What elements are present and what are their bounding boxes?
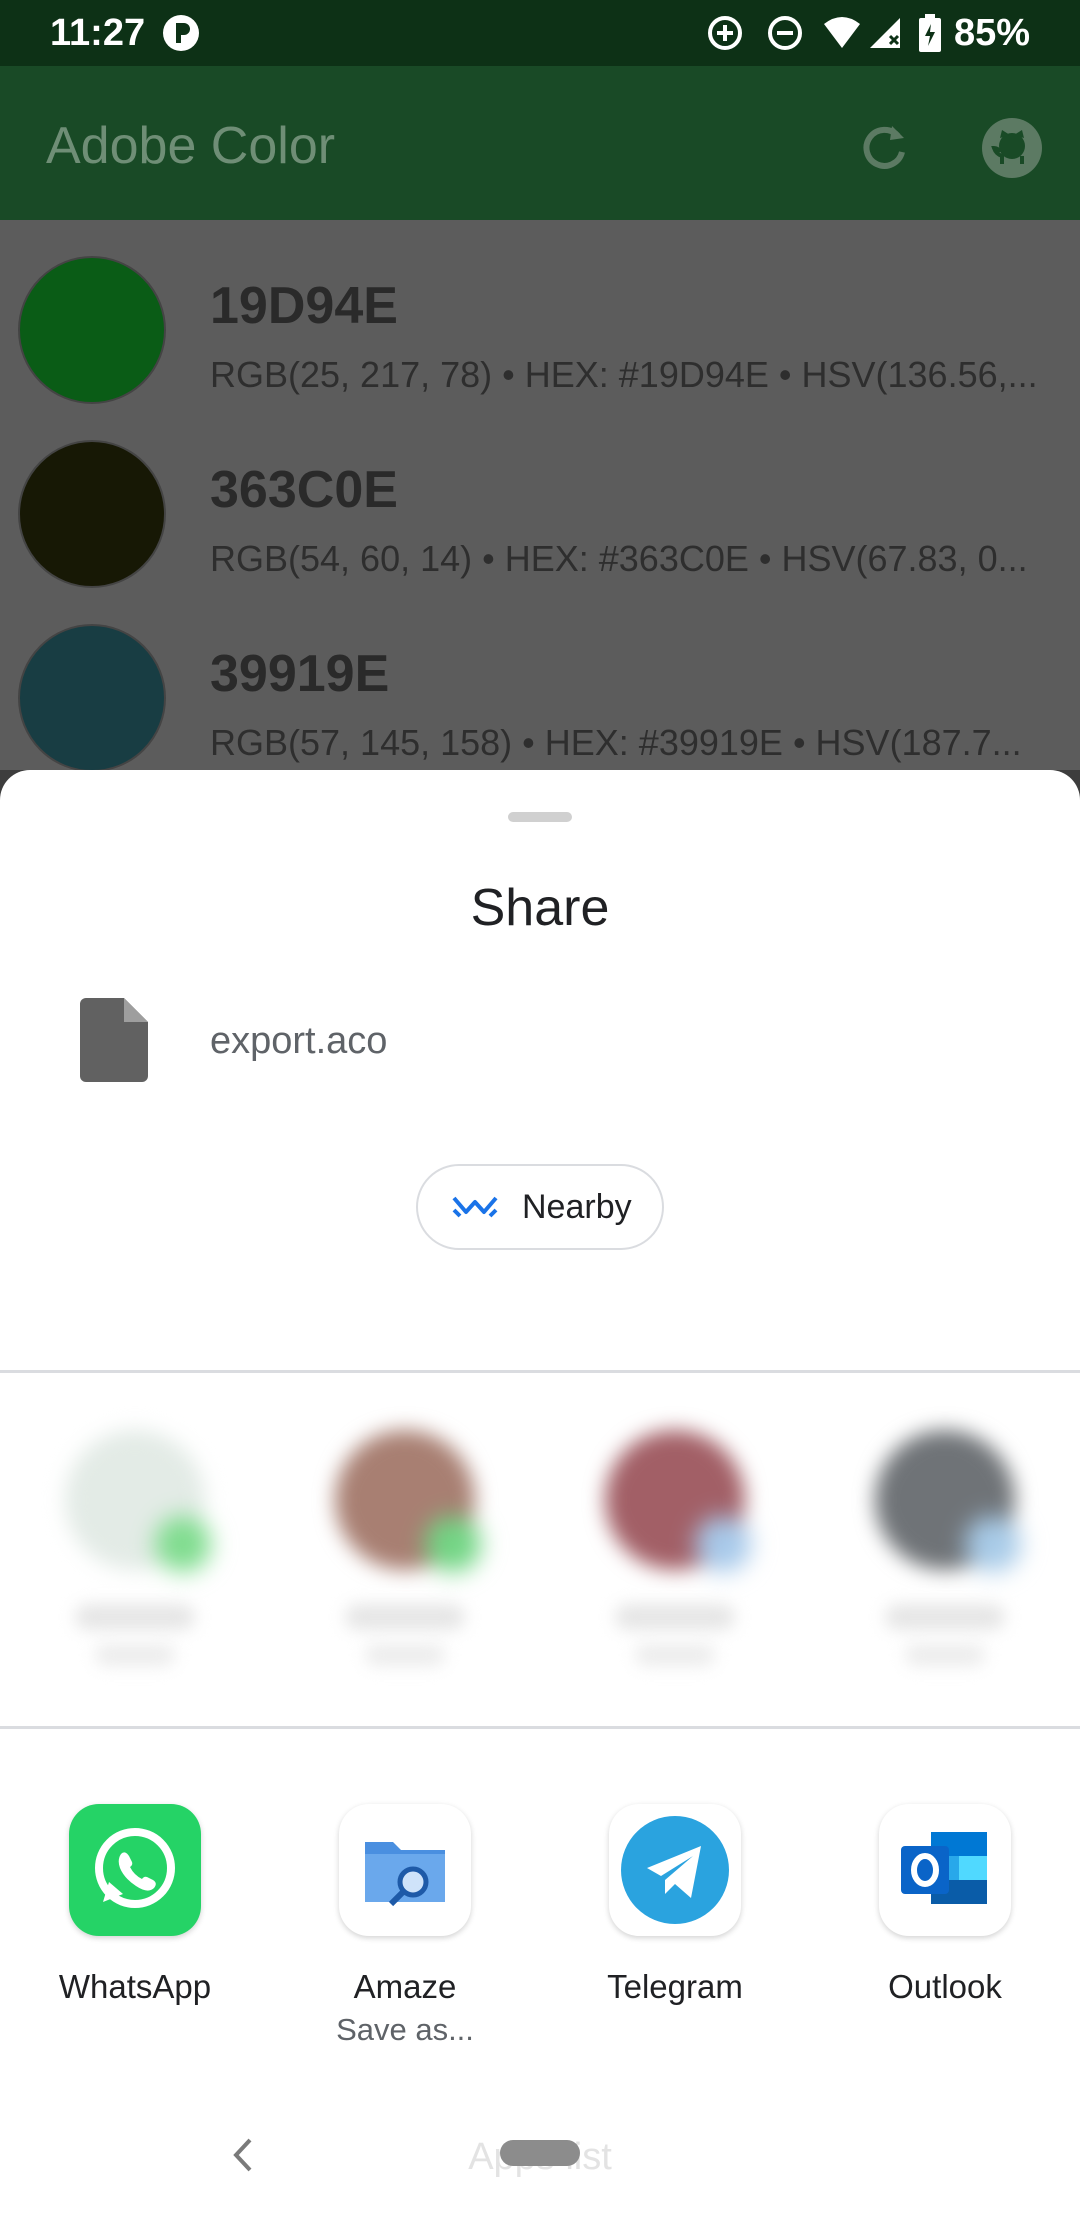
file-icon <box>80 998 148 1082</box>
color-name: 39919E <box>210 645 390 703</box>
nearby-label: Nearby <box>522 1188 632 1226</box>
color-swatch <box>18 256 166 404</box>
contact-name-blurred <box>75 1604 195 1630</box>
app-name: Telegram <box>607 1968 743 2005</box>
back-chevron-icon[interactable] <box>222 2130 262 2180</box>
app-title: Adobe Color <box>46 117 336 175</box>
battery-icon <box>918 14 942 52</box>
contact-avatar <box>875 1430 1021 1572</box>
direct-share-target[interactable] <box>60 1430 211 1666</box>
divider <box>0 1370 1080 1373</box>
refresh-icon[interactable] <box>852 116 916 180</box>
nearby-share-icon <box>452 1192 498 1222</box>
color-name: 19D94E <box>210 277 398 335</box>
app-target-whatsapp[interactable]: WhatsApp <box>35 1804 235 2006</box>
status-time: 11:27 <box>50 12 146 54</box>
contact-avatar <box>605 1430 751 1572</box>
navigation-bar: Apps list <box>0 2090 1080 2220</box>
color-name: 363C0E <box>210 461 398 519</box>
home-handle[interactable] <box>500 2140 580 2166</box>
contact-name-blurred <box>345 1604 465 1630</box>
wifi-icon <box>822 14 860 52</box>
app-bar: Adobe Color <box>0 66 1080 220</box>
app-target-outlook[interactable]: Outlook <box>845 1804 1045 2006</box>
telegram-icon <box>609 1804 741 1936</box>
app-target-telegram[interactable]: Telegram <box>575 1804 775 2006</box>
telegram-badge-icon <box>965 1516 1021 1572</box>
color-row[interactable]: 39919E RGB(57, 145, 158) • HEX: #39919E … <box>0 606 1080 790</box>
telegram-badge-icon <box>695 1516 751 1572</box>
color-list: 19D94E RGB(25, 217, 78) • HEX: #19D94E •… <box>0 220 1080 772</box>
color-row[interactable]: 19D94E RGB(25, 217, 78) • HEX: #19D94E •… <box>0 238 1080 422</box>
color-detail: RGB(54, 60, 14) • HEX: #363C0E • HSV(67.… <box>210 538 1028 579</box>
sheet-title: Share <box>470 879 610 937</box>
battery-level: 85% <box>953 12 1030 54</box>
app-target-amaze[interactable]: Amaze Save as... <box>305 1804 505 2048</box>
status-bar: 11:27 85% <box>0 0 1080 66</box>
direct-share-target[interactable] <box>600 1430 751 1666</box>
direct-share-target[interactable] <box>330 1430 481 1666</box>
contact-sub-blurred <box>365 1644 445 1666</box>
app-sub-label: Save as... <box>336 2012 474 2047</box>
direct-share-target[interactable] <box>870 1430 1021 1666</box>
app-name: Amaze <box>353 1968 457 2005</box>
contact-sub-blurred <box>95 1644 175 1666</box>
color-swatch <box>18 440 166 588</box>
app-name: WhatsApp <box>58 1968 212 2005</box>
color-swatch <box>18 624 166 772</box>
whatsapp-badge-icon <box>425 1516 481 1572</box>
contact-avatar <box>65 1430 211 1572</box>
contact-sub-blurred <box>635 1644 715 1666</box>
contact-name-blurred <box>885 1604 1005 1630</box>
contact-sub-blurred <box>905 1644 985 1666</box>
whatsapp-badge-icon <box>155 1516 211 1572</box>
do-not-disturb-icon <box>766 14 804 52</box>
github-icon[interactable] <box>980 116 1044 180</box>
file-name: export.aco <box>210 1020 388 1062</box>
color-detail: RGB(25, 217, 78) • HEX: #19D94E • HSV(13… <box>210 354 1038 395</box>
app-name: Outlook <box>888 1968 1002 2005</box>
signal-icon <box>866 14 904 52</box>
divider <box>0 1726 1080 1729</box>
color-detail: RGB(57, 145, 158) • HEX: #39919E • HSV(1… <box>210 722 1022 763</box>
whatsapp-icon <box>69 1804 201 1936</box>
nearby-button[interactable]: Nearby <box>416 1164 664 1250</box>
color-row[interactable]: 363C0E RGB(54, 60, 14) • HEX: #363C0E • … <box>0 422 1080 606</box>
outlook-icon <box>879 1804 1011 1936</box>
drag-handle[interactable] <box>508 812 572 822</box>
data-saver-icon <box>706 14 744 52</box>
contact-avatar <box>335 1430 481 1572</box>
amaze-icon <box>339 1804 471 1936</box>
contact-name-blurred <box>615 1604 735 1630</box>
notification-p-icon <box>162 14 200 52</box>
